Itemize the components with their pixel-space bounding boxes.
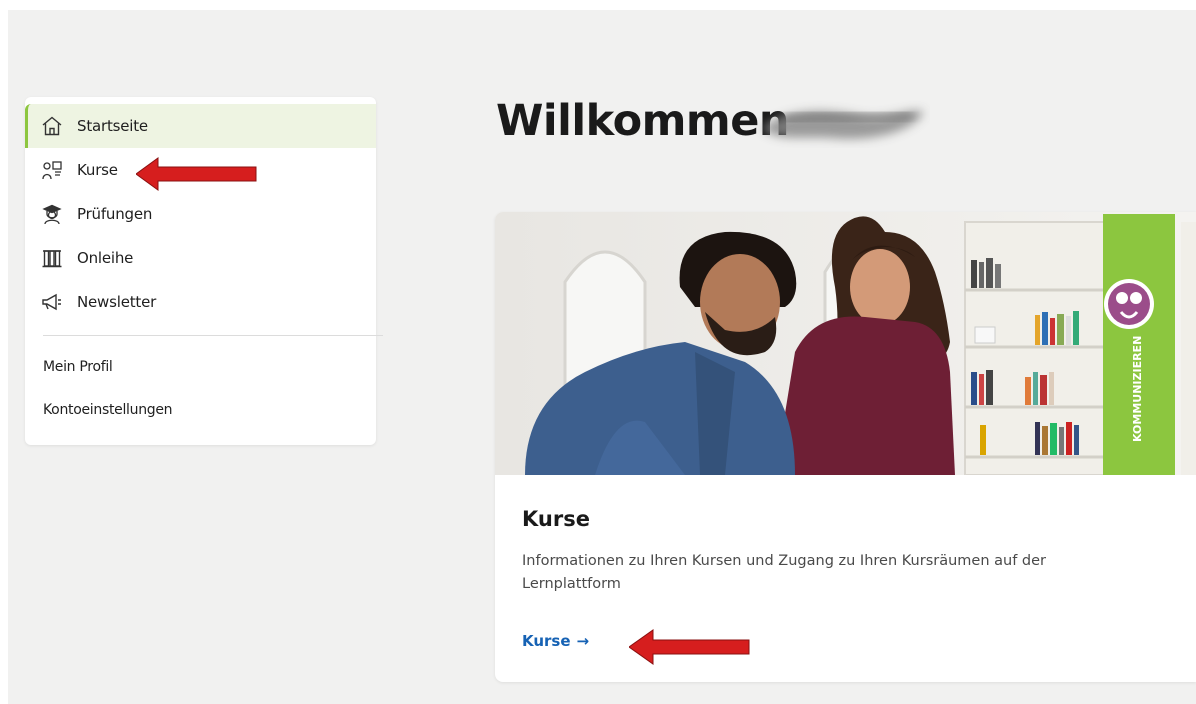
sidebar-divider (43, 335, 383, 336)
sidebar-item-startseite[interactable]: Startseite (25, 104, 376, 148)
sidebar-item-label: Newsletter (77, 293, 157, 311)
home-icon (41, 115, 63, 137)
annotation-arrow (629, 629, 750, 665)
library-icon (41, 247, 63, 269)
sidebar-item-label: Kurse (77, 161, 118, 179)
sidebar-item-onleihe[interactable]: Onleihe (25, 236, 376, 280)
course-card-image: KOMMUNIZIEREN (495, 212, 1196, 475)
account-settings-link[interactable]: Kontoeinstellungen (43, 402, 173, 418)
page-title: Willkommen (496, 96, 790, 146)
sidebar-item-newsletter[interactable]: Newsletter (25, 280, 376, 324)
sidebar-item-label: Startseite (77, 117, 148, 135)
megaphone-icon (41, 291, 63, 313)
kurse-link[interactable]: Kurse → (522, 632, 589, 650)
redacted-username (762, 110, 924, 139)
sidebar-item-pruefungen[interactable]: Prüfungen (25, 192, 376, 236)
kurse-link-label: Kurse (522, 632, 571, 650)
arrow-right-icon: → (576, 632, 590, 650)
sidebar-nav: Startseite Kurse Prüfungen Onleihe Newsl… (25, 97, 383, 445)
profile-link[interactable]: Mein Profil (43, 359, 113, 375)
annotation-arrow (136, 157, 257, 191)
graduate-icon (41, 203, 63, 225)
sidebar-item-label: Onleihe (77, 249, 134, 267)
card-title: Kurse (522, 507, 590, 531)
sidebar-item-label: Prüfungen (77, 205, 153, 223)
course-card: KOMMUNIZIEREN Kurse Informationen zu Ihr… (495, 212, 1196, 682)
card-description: Informationen zu Ihren Kursen und Zugang… (522, 553, 1047, 592)
sign-text: KOMMUNIZIEREN (1131, 336, 1144, 442)
course-icon (41, 159, 63, 181)
